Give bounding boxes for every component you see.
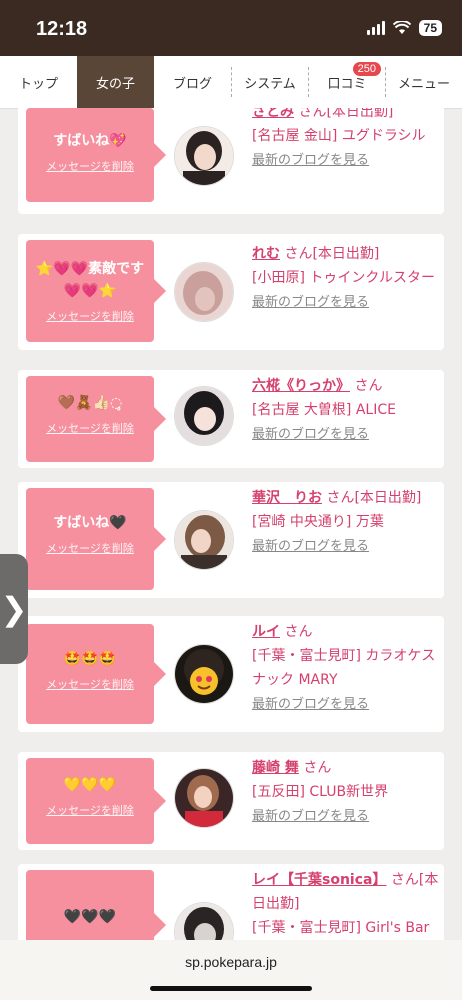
shop-name[interactable]: [千葉・富士見町] Girl's Bar [252, 920, 429, 936]
girl-info: 華沢 りお さん[本日出勤] [宮崎 中央通り] 万葉 最新のブログを見る [252, 486, 440, 559]
girl-status: さん [303, 760, 332, 776]
tab-reviews[interactable]: 口コミ 250 [309, 56, 385, 108]
signal-icon [366, 21, 385, 35]
tab-system[interactable]: システム [232, 56, 308, 108]
girl-status: さん[本日出勤] [298, 108, 394, 120]
message-bubble: すばいね🖤 メッセージを削除 [26, 488, 166, 590]
message-text: 🤎🧸👍🏻◌̥ [57, 395, 123, 411]
list-item: 🤎🧸👍🏻◌̥ メッセージを削除 六椛《りっか》 さん [名古屋 大曽根] ALI… [18, 370, 444, 468]
girl-info: ルイ さん [千葉・富士見町] カラオケスナック MARY 最新のブログを見る [252, 620, 440, 717]
battery-indicator: 75 [418, 20, 442, 36]
avatar[interactable] [174, 386, 234, 446]
avatar[interactable] [174, 262, 234, 322]
avatar[interactable] [174, 126, 234, 186]
tab-girls[interactable]: 女の子 [77, 56, 154, 108]
latest-blog-link[interactable]: 最新のブログを見る [252, 295, 369, 310]
list-item: すばいね🖤 メッセージを削除 華沢 りお さん[本日出勤] [宮崎 中央通り] … [18, 482, 444, 598]
shop-name[interactable]: [小田原] トゥインクルスター [252, 270, 435, 286]
tab-menu[interactable]: メニュー [386, 56, 462, 108]
message-bubble: すばいね💖 メッセージを削除 [26, 108, 166, 202]
girl-status: さん[本日出勤] [284, 246, 380, 262]
list-item: 🖤🖤🖤 レイ【千葉sonica】 さん[本日出勤] [千葉・富士見町] Girl… [18, 864, 444, 940]
delete-message-link[interactable]: メッセージを削除 [26, 158, 154, 174]
shop-name[interactable]: [千葉・富士見町] カラオケスナック MARY [252, 648, 435, 688]
latest-blog-link[interactable]: 最新のブログを見る [252, 153, 369, 168]
clock: 12:18 [36, 18, 88, 40]
home-indicator [150, 986, 312, 991]
status-bar: 12:18 75 [0, 0, 462, 56]
tab-label: ブログ [172, 76, 212, 92]
message-text: 🤩🤩🤩 [63, 651, 117, 667]
shop-name[interactable]: [名古屋 金山] ユグドラシル [252, 128, 426, 144]
top-navigation: トップ 女の子 ブログ システム 口コミ 250 メニュー [0, 56, 462, 109]
girl-info: 六椛《りっか》 さん [名古屋 大曽根] ALICE 最新のブログを見る [252, 374, 440, 447]
delete-message-link[interactable]: メッセージを削除 [26, 540, 154, 556]
shop-name[interactable]: [宮崎 中央通り] 万葉 [252, 514, 384, 530]
reviews-count-badge: 250 [352, 62, 381, 76]
message-text: ⭐💗💗素敵です💗💗⭐ [35, 261, 145, 299]
avatar[interactable] [174, 644, 234, 704]
girl-status: さん [354, 378, 383, 394]
side-drawer-handle[interactable]: ❯ [0, 554, 28, 664]
girl-status: さん[本日出勤] [326, 490, 422, 506]
message-text: 💛💛💛 [63, 777, 117, 793]
latest-blog-link[interactable]: 最新のブログを見る [252, 427, 369, 442]
girl-info: レイ【千葉sonica】 さん[本日出勤] [千葉・富士見町] Girl's B… [252, 868, 440, 940]
girl-name-link[interactable]: 六椛《りっか》 [252, 378, 350, 394]
list-item: ⭐💗💗素敵です💗💗⭐ メッセージを削除 れむ さん[本日出勤] [小田原] トゥ… [18, 234, 444, 350]
message-list: すばいね💖 メッセージを削除 さとみ さん[本日出勤] [名古屋 金山] ユグド… [0, 108, 462, 940]
url-text: sp.pokepara.jp [185, 954, 277, 970]
browser-address-bar[interactable]: sp.pokepara.jp [0, 940, 462, 1000]
delete-message-link[interactable]: メッセージを削除 [26, 802, 154, 818]
system-icons: 75 [366, 20, 442, 36]
list-item: 🤩🤩🤩 メッセージを削除 ルイ さん [千葉・富士見町] カラオケスナック MA… [18, 616, 444, 732]
list-item: すばいね💖 メッセージを削除 さとみ さん[本日出勤] [名古屋 金山] ユグド… [18, 108, 444, 214]
shop-name[interactable]: [五反田] CLUB新世界 [252, 784, 388, 800]
list-item: 💛💛💛 メッセージを削除 藤崎 舞 さん [五反田] CLUB新世界 最新のブロ… [18, 752, 444, 850]
girl-status: さん [284, 624, 313, 640]
girl-name-link[interactable]: さとみ [252, 108, 294, 120]
message-text: すばいね💖 [53, 133, 127, 149]
girl-info: さとみ さん[本日出勤] [名古屋 金山] ユグドラシル 最新のブログを見る [252, 108, 440, 173]
tab-label: メニュー [397, 76, 450, 92]
tab-blog[interactable]: ブログ [154, 56, 231, 108]
message-text: 🖤🖤🖤 [63, 909, 117, 925]
girl-name-link[interactable]: 華沢 りお [252, 490, 322, 506]
girl-info: れむ さん[本日出勤] [小田原] トゥインクルスター 最新のブログを見る [252, 242, 440, 315]
latest-blog-link[interactable]: 最新のブログを見る [252, 539, 369, 554]
tab-label: システム [244, 76, 296, 92]
girl-name-link[interactable]: れむ [252, 246, 280, 262]
delete-message-link[interactable]: メッセージを削除 [26, 308, 154, 324]
girl-name-link[interactable]: ルイ [252, 624, 280, 640]
message-text: すばいね🖤 [53, 515, 127, 531]
girl-name-link[interactable]: 藤崎 舞 [252, 760, 299, 776]
tab-label: 女の子 [95, 76, 135, 92]
tab-top[interactable]: トップ [0, 56, 77, 108]
tab-label: トップ [18, 76, 58, 92]
wifi-icon [392, 21, 411, 34]
message-bubble: 🤎🧸👍🏻◌̥ メッセージを削除 [26, 376, 166, 462]
girl-name-link[interactable]: レイ【千葉sonica】 [252, 872, 386, 888]
avatar[interactable] [174, 510, 234, 570]
girl-info: 藤崎 舞 さん [五反田] CLUB新世界 最新のブログを見る [252, 756, 440, 829]
avatar[interactable] [174, 768, 234, 828]
message-bubble: 💛💛💛 メッセージを削除 [26, 758, 166, 844]
message-bubble: ⭐💗💗素敵です💗💗⭐ メッセージを削除 [26, 240, 166, 342]
message-bubble: 🤩🤩🤩 メッセージを削除 [26, 624, 166, 724]
avatar[interactable] [174, 902, 234, 940]
message-bubble: 🖤🖤🖤 [26, 870, 166, 940]
latest-blog-link[interactable]: 最新のブログを見る [252, 809, 369, 824]
chevron-right-icon: ❯ [0, 590, 28, 628]
delete-message-link[interactable]: メッセージを削除 [26, 676, 154, 692]
delete-message-link[interactable]: メッセージを削除 [26, 420, 154, 436]
shop-name[interactable]: [名古屋 大曽根] ALICE [252, 402, 396, 418]
latest-blog-link[interactable]: 最新のブログを見る [252, 697, 369, 712]
